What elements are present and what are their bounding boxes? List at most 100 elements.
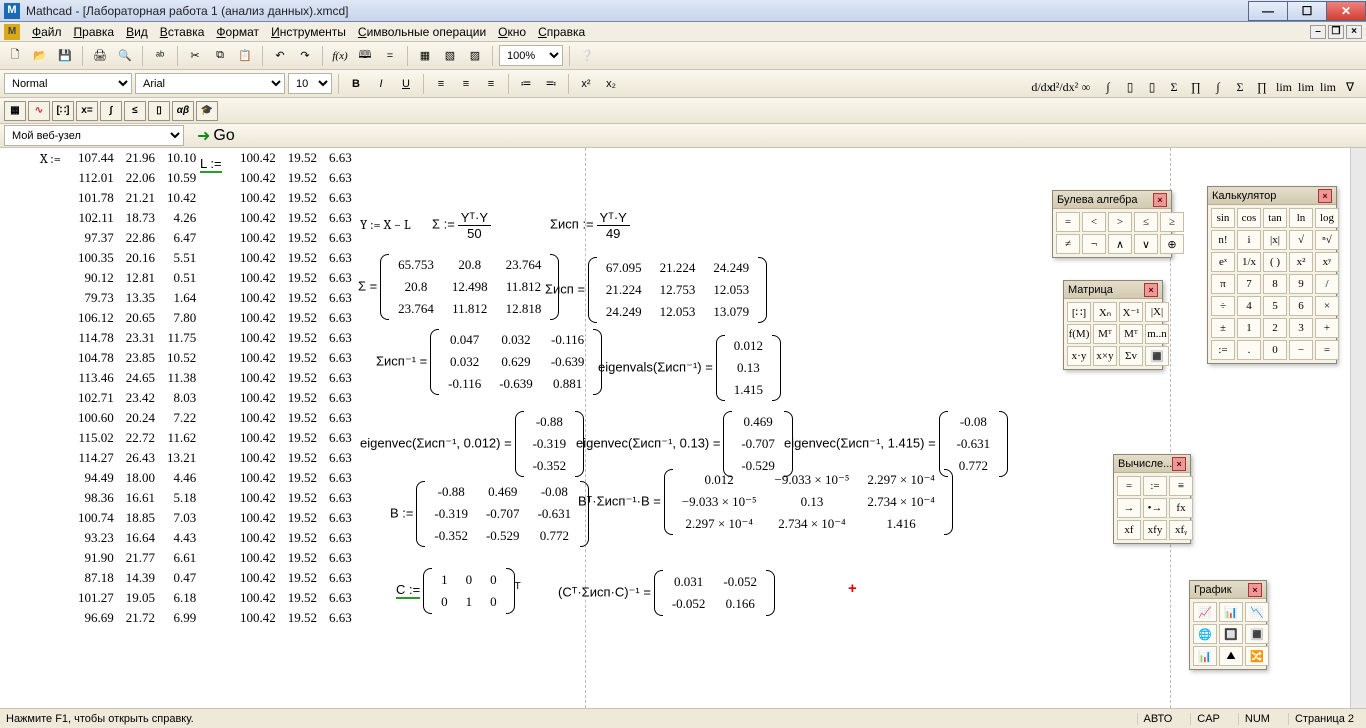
palette-cell[interactable]: 📊 <box>1219 602 1243 622</box>
open-button[interactable]: 📂 <box>29 45 51 67</box>
palette-cell[interactable]: 🔀 <box>1245 646 1269 666</box>
eval-toolbox-button[interactable]: x= <box>76 101 98 121</box>
palette-cell[interactable]: log <box>1315 208 1339 228</box>
menu-файл[interactable]: Файл <box>26 23 68 41</box>
palette-cell[interactable]: fx <box>1169 498 1193 518</box>
calculator-toolbox-button[interactable]: ▦ <box>4 101 26 121</box>
palette-cell[interactable]: x×y <box>1093 346 1117 366</box>
align-left-button[interactable]: ≡ <box>430 73 452 95</box>
palette-cell[interactable]: √ <box>1289 230 1313 250</box>
palette-cell[interactable]: = <box>1315 340 1339 360</box>
programming-toolbox-button[interactable]: ▯ <box>148 101 170 121</box>
symbolic-toolbox-button[interactable]: 🎓 <box>196 101 218 121</box>
palette-cell[interactable]: ∧ <box>1108 234 1132 254</box>
palette-cell[interactable]: ¬ <box>1082 234 1106 254</box>
align-right-button[interactable]: ≡ <box>480 73 502 95</box>
quick-lim[interactable]: lim <box>1318 77 1338 97</box>
palette-cell[interactable]: π <box>1211 274 1235 294</box>
align-button[interactable]: f(x) <box>329 45 351 67</box>
mdi-close-button[interactable]: × <box>1346 25 1362 39</box>
window-maximize-button[interactable]: ☐ <box>1287 1 1327 21</box>
menu-правка[interactable]: Правка <box>68 23 121 41</box>
calculator-palette[interactable]: Калькулятор× sincostanlnlogn!i|x|√ⁿ√eˣ1/… <box>1207 186 1337 364</box>
quick-▯[interactable]: ▯ <box>1120 77 1140 97</box>
quick-lim[interactable]: lim <box>1274 77 1294 97</box>
component-button[interactable]: ▦ <box>414 45 436 67</box>
palette-cell[interactable]: ≡ <box>1169 476 1193 496</box>
save-button[interactable]: 💾 <box>54 45 76 67</box>
boolean-toolbox-button[interactable]: ≤ <box>124 101 146 121</box>
palette-cell[interactable]: Mᵀ <box>1119 324 1143 344</box>
menu-справка[interactable]: Справка <box>532 23 591 41</box>
help-button[interactable]: ❔ <box>576 45 598 67</box>
quick-∏[interactable]: ∏ <box>1252 77 1272 97</box>
region-btsb[interactable]: Bᵀ·Σисп⁻¹·B = 0.012−9.033 × 10⁻⁵2.297 × … <box>578 468 953 536</box>
quick-Σ[interactable]: Σ <box>1164 77 1184 97</box>
palette-cell[interactable]: ( ) <box>1263 252 1287 272</box>
palette-cell[interactable]: Mᵀ <box>1093 324 1117 344</box>
palette-cell[interactable]: 🌐 <box>1193 624 1217 644</box>
graph-toolbox-button[interactable]: ∿ <box>28 101 50 121</box>
palette-cell[interactable]: → <box>1117 498 1141 518</box>
palette-cell[interactable]: + <box>1315 318 1339 338</box>
quick-▯[interactable]: ▯ <box>1142 77 1162 97</box>
palette-cell[interactable]: 9 <box>1289 274 1313 294</box>
calc-button[interactable]: = <box>379 45 401 67</box>
region-sigmaisp-inv[interactable]: Σисп⁻¹ = 0.0470.032-0.1160.0320.629-0.63… <box>376 328 602 396</box>
cut-button[interactable]: ✂ <box>184 45 206 67</box>
palette-cell[interactable]: ∨ <box>1134 234 1158 254</box>
bullets-button[interactable]: ≔ <box>515 73 537 95</box>
palette-cell[interactable]: := <box>1211 340 1235 360</box>
menu-формат[interactable]: Формат <box>210 23 265 41</box>
palette-cell[interactable]: ≠ <box>1056 234 1080 254</box>
palette-cell[interactable]: X⁻¹ <box>1119 302 1143 322</box>
align-center-button[interactable]: ≡ <box>455 73 477 95</box>
insert-button[interactable]: ▧ <box>439 45 461 67</box>
undo-button[interactable]: ↶ <box>269 45 291 67</box>
window-close-button[interactable]: ✕ <box>1326 1 1366 21</box>
palette-cell[interactable]: 📈 <box>1193 602 1217 622</box>
palette-cell[interactable]: tan <box>1263 208 1287 228</box>
region-l-label[interactable]: L := <box>200 156 222 172</box>
style-combo[interactable]: Normal <box>4 73 132 94</box>
palette-cell[interactable]: 🔳 <box>1145 346 1169 366</box>
menu-окно[interactable]: Окно <box>492 23 532 41</box>
palette-cell[interactable]: x² <box>1289 252 1313 272</box>
matrix-palette[interactable]: Матрица× [∷]XₙX⁻¹|X|f(M)MᵀMᵀm..nx·yx×yΣv… <box>1063 280 1163 370</box>
vertical-scrollbar[interactable] <box>1350 148 1366 708</box>
quick-Σ[interactable]: Σ <box>1230 77 1250 97</box>
palette-cell[interactable]: xʸ <box>1315 252 1339 272</box>
region-b[interactable]: B := -0.880.469-0.08-0.319-0.707-0.631-0… <box>390 480 589 548</box>
palette-cell[interactable]: < <box>1082 212 1106 232</box>
palette-cell[interactable]: ⁿ√ <box>1315 230 1339 250</box>
palette-close-button[interactable]: × <box>1248 583 1262 597</box>
underline-button[interactable]: U <box>395 73 417 95</box>
palette-cell[interactable]: 7 <box>1237 274 1261 294</box>
palette-cell[interactable]: − <box>1289 340 1313 360</box>
quick-∫[interactable]: ∫ <box>1208 77 1228 97</box>
palette-cell[interactable]: = <box>1117 476 1141 496</box>
quick-d²/dx²[interactable]: d²/dx² <box>1054 77 1074 97</box>
print-button[interactable]: 🖨 <box>89 45 111 67</box>
palette-cell[interactable]: n! <box>1211 230 1235 250</box>
palette-cell[interactable]: ÷ <box>1211 296 1235 316</box>
greek-toolbox-button[interactable]: αβ <box>172 101 194 121</box>
mdi-minimize-button[interactable]: – <box>1310 25 1326 39</box>
spellcheck-button[interactable]: ᵃᵇ <box>149 45 171 67</box>
palette-cell[interactable]: cos <box>1237 208 1261 228</box>
quick-∏[interactable]: ∏ <box>1186 77 1206 97</box>
region-sigmaisp-def[interactable]: Σисп := Yᵀ·Y49 <box>550 210 630 241</box>
quick-lim[interactable]: lim <box>1296 77 1316 97</box>
region-x-matrix[interactable]: 107.4421.9610.10112.0122.0610.59101.7821… <box>72 148 202 628</box>
palette-cell[interactable]: 2 <box>1263 318 1287 338</box>
palette-cell[interactable]: xfy <box>1143 520 1167 540</box>
palette-cell[interactable]: ln <box>1289 208 1313 228</box>
palette-cell[interactable]: |x| <box>1263 230 1287 250</box>
region-x-label[interactable]: X := <box>40 152 61 167</box>
palette-cell[interactable]: ⊕ <box>1160 234 1184 254</box>
palette-cell[interactable]: Xₙ <box>1093 302 1117 322</box>
numbered-button[interactable]: ≕ <box>540 73 562 95</box>
redo-button[interactable]: ↷ <box>294 45 316 67</box>
print-preview-button[interactable]: 🔍 <box>114 45 136 67</box>
mdi-restore-button[interactable]: ❐ <box>1328 25 1344 39</box>
